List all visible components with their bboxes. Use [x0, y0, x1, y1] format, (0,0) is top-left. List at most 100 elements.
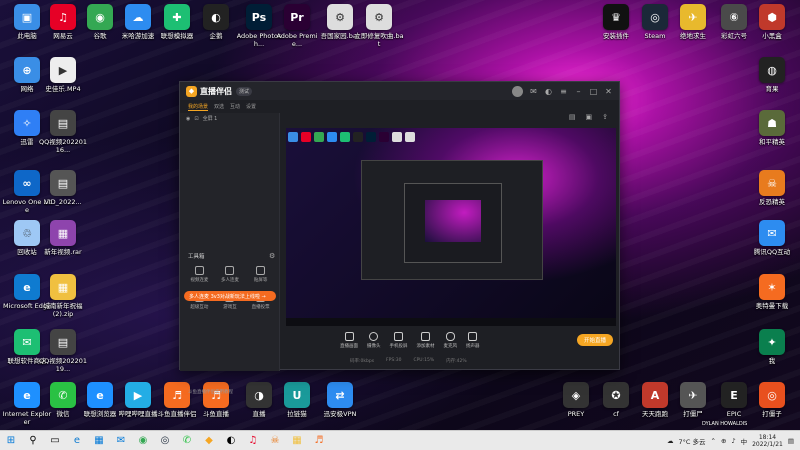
control-add-material[interactable]: 添加素材 — [417, 331, 435, 349]
tab-interact[interactable]: 互动 — [230, 103, 240, 110]
minimize-button[interactable]: – — [574, 87, 583, 96]
tutorial-link[interactable]: 斗鱼直播伴侣使用教程 — [188, 389, 233, 395]
desktop-app-icon: ✶ — [759, 274, 785, 300]
tab-double[interactable]: 双选 — [214, 103, 224, 110]
bitrate-status: 码率:0kbps — [350, 359, 375, 364]
desktop-icon-label: 微信 — [56, 410, 70, 418]
notification-icon[interactable]: ▤ — [788, 437, 794, 445]
steam-taskbar-icon[interactable]: ◎ — [158, 434, 172, 448]
wechat-taskbar-icon[interactable]: ✆ — [180, 434, 194, 448]
tool-label: 多人连麦 — [220, 278, 239, 283]
layout-icon[interactable]: ▤ — [569, 113, 576, 126]
desktop-icon-47[interactable]: ◎ 打僵子 — [747, 382, 797, 418]
desktop-app-icon: ▣ — [14, 4, 40, 30]
desktop-icon-label: 拉链猫 — [287, 410, 307, 418]
promo-banner[interactable]: 多人连麦 3v3对战新玩法上线啦 → — [184, 291, 276, 301]
toolbox-title: 工具箱 — [188, 254, 205, 260]
clock-time: 18:14 — [758, 433, 777, 441]
desktop-icon-label: 彩虹六号 — [721, 32, 747, 40]
desktop-icon-20[interactable]: ☗ 和平精英 — [747, 110, 797, 146]
desktop-icon-29[interactable]: ✶ 奥特曼下载 — [747, 274, 797, 310]
desktop-app-icon: ◈ — [563, 382, 589, 408]
desktop-icon-14[interactable]: ⬢ 小黑盒 — [747, 4, 797, 40]
control-screen[interactable]: 直播画面 — [340, 331, 358, 349]
weather-icon[interactable]: ☁ — [667, 437, 674, 445]
tool-item-0[interactable]: 视频连麦 — [184, 266, 215, 283]
scene-item[interactable]: ◉ ⊡ 全屏 1 — [180, 113, 279, 124]
system-tray: ☁ 7°C 多云 ⌃ ⊕ ♪ 中 18:14 2022/1/21 ▤ — [667, 434, 800, 448]
tool-item-2[interactable]: 贴屏等 — [245, 266, 276, 283]
start-icon[interactable]: ⊞ — [4, 434, 18, 448]
lock-icon[interactable]: ⊡ — [194, 116, 198, 122]
live-companion-taskbar-icon[interactable]: ◆ — [202, 434, 216, 448]
volume-icon[interactable]: ♪ — [731, 437, 735, 445]
desktop-app-icon: ☗ — [759, 110, 785, 136]
close-button[interactable]: ✕ — [604, 87, 613, 96]
tab-my-scene[interactable]: 我的场景 — [188, 103, 209, 111]
tab-settings[interactable]: 设置 — [246, 103, 256, 110]
control-phone[interactable]: 手机投屏 — [390, 331, 408, 349]
desktop-icon-22[interactable]: ▤ VID_2022... — [38, 170, 88, 206]
edge-icon[interactable]: e — [70, 434, 84, 448]
files-taskbar-icon[interactable]: ▦ — [290, 434, 304, 448]
desktop-icon-label: Steam — [644, 32, 666, 40]
desktop-icon-23[interactable]: ☠ 反恐精英 — [747, 170, 797, 206]
desktop-icon-32[interactable]: ✦ 我 — [747, 329, 797, 365]
eye-icon[interactable]: ◉ — [186, 116, 190, 122]
desktop-icon-41[interactable]: ⇄ 迅安极VPN — [315, 382, 365, 418]
preview-icon-7 — [379, 132, 389, 142]
title-bar[interactable]: ◆ 直播伴侣 测试 ✉ ◐ ≡ – □ ✕ — [180, 82, 619, 100]
desktop-icon-31[interactable]: ▤ QQ视频20220119... — [38, 329, 88, 373]
desktop-icon-label: 斗鱼直播 — [203, 410, 229, 418]
control-mic[interactable]: 麦克风 — [444, 331, 457, 349]
start-live-button[interactable]: 开始直播 — [576, 334, 613, 346]
network-icon[interactable]: ⊕ — [721, 437, 726, 445]
mail-icon[interactable]: ✉ — [529, 87, 538, 96]
scene-label: 全屏 1 — [202, 116, 218, 122]
desktop-icon-label: 安装插件 — [603, 32, 629, 40]
game-taskbar-icon[interactable]: ☠ — [268, 434, 282, 448]
ime-icon[interactable]: 中 — [741, 436, 748, 446]
desktop-icon-19[interactable]: ▤ QQ视频20220116... — [38, 110, 88, 154]
weather-text[interactable]: 7°C 多云 — [679, 436, 706, 446]
douyu-taskbar-icon[interactable]: ♬ — [312, 434, 326, 448]
desktop-icon-16[interactable]: ▶ 史佳乐.MP4 — [38, 57, 88, 93]
menu-icon[interactable]: ≡ — [559, 87, 568, 96]
tool-item-1[interactable]: 多人连麦 — [215, 266, 246, 283]
toolbox-settings-icon[interactable]: ⚙ — [269, 252, 275, 260]
qq-taskbar-icon[interactable]: ◐ — [224, 434, 238, 448]
tool-label: 贴屏等 — [253, 278, 268, 283]
share-icon[interactable]: ⇪ — [602, 113, 608, 126]
desktop-icon-label: 联想模拟器 — [160, 32, 194, 40]
fps-status: FPS:30 — [386, 358, 402, 363]
desktop-icon-26[interactable]: ✉ 腾讯QQ互动 — [747, 220, 797, 256]
chrome-icon[interactable]: ◉ — [136, 434, 150, 448]
desktop-icon-label: 打僵子 — [762, 410, 782, 418]
tool-label: 视频连麦 — [190, 278, 209, 283]
desktop-icon-25[interactable]: ▦ 新年视频.rar — [38, 220, 88, 256]
control-bar: 直播画面 摄像头 手机投屏 添加素材 麦克风 扬声器 开始直播 — [280, 326, 621, 354]
desktop-icon-label: 新年视频.rar — [44, 248, 82, 256]
task-view-icon[interactable]: ▭ — [48, 434, 62, 448]
skin-icon[interactable]: ◐ — [544, 87, 553, 96]
control-speaker[interactable]: 扬声器 — [466, 331, 480, 349]
desktop-icon-label: 我 — [768, 357, 776, 365]
store-icon[interactable]: ▦ — [92, 434, 106, 448]
search-icon[interactable]: ⚲ — [26, 434, 40, 448]
live-preview[interactable] — [286, 128, 616, 326]
clock[interactable]: 18:14 2022/1/21 — [752, 434, 783, 448]
tray-expand-icon[interactable]: ⌃ — [711, 437, 716, 445]
desktop-icon-17[interactable]: ◍ 育果 — [747, 57, 797, 93]
desktop-icon-9[interactable]: ⚙ 立即修复吹曲.bat — [354, 4, 404, 48]
screenshot-icon[interactable]: ▣ — [586, 113, 593, 126]
user-avatar[interactable] — [512, 85, 523, 97]
desktop-app-icon: e — [14, 382, 40, 408]
maximize-button[interactable]: □ — [589, 87, 598, 96]
desktop-icon-28[interactable]: ▦ 城南新年祝福(2).zip — [38, 274, 88, 318]
netease-taskbar-icon[interactable]: ♫ — [246, 434, 260, 448]
desktop-icon-label: 此电脑 — [17, 32, 37, 40]
desktop-app-icon: ♬ — [164, 382, 190, 408]
mail-app-icon[interactable]: ✉ — [114, 434, 128, 448]
desktop-icon-label: PREY — [567, 410, 585, 418]
control-camera[interactable]: 摄像头 — [367, 331, 381, 349]
